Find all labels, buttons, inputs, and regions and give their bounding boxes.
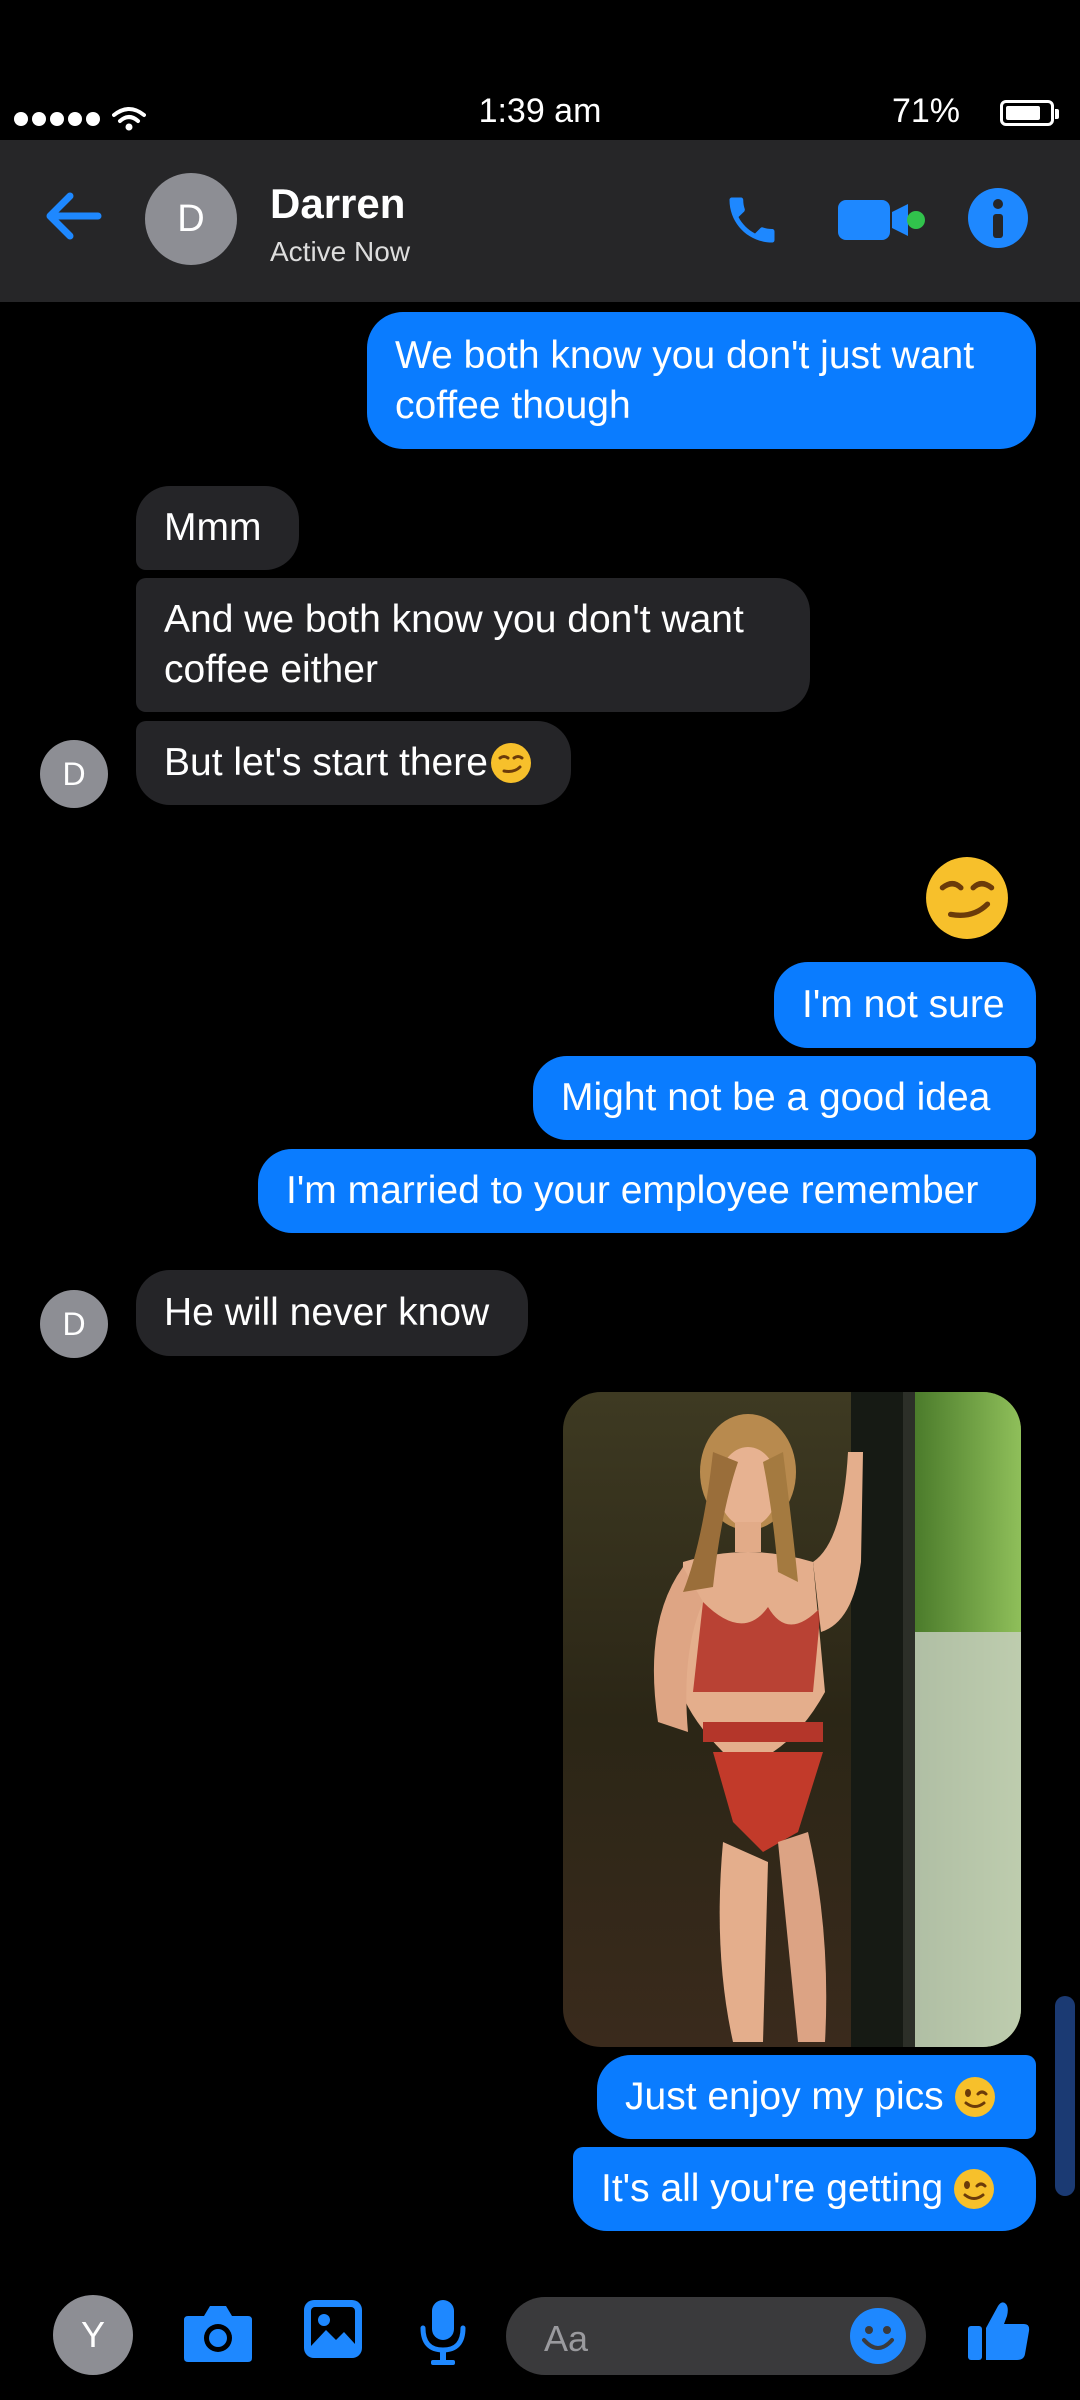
message-input-placeholder: Aa	[544, 2318, 589, 2359]
info-icon[interactable]	[966, 186, 1030, 250]
smirk-emoji-icon	[490, 743, 531, 783]
wink-emoji-icon	[954, 2169, 995, 2209]
message-text-line: We both know you don't just want	[395, 333, 975, 377]
smirk-emoji-icon[interactable]	[924, 855, 1010, 941]
message-bubble-outgoing[interactable]: Might not be a good idea	[533, 1056, 1036, 1140]
message-bubble-incoming[interactable]: Mmm	[136, 486, 299, 570]
contact-avatar[interactable]: D	[145, 173, 237, 265]
sender-avatar[interactable]: D	[40, 740, 108, 808]
shared-photo[interactable]	[563, 1392, 1021, 2047]
message-text: I'm not sure	[802, 983, 1005, 1026]
message-bubble-outgoing[interactable]: I'm married to your employee remember	[258, 1149, 1036, 1233]
message-bubble-incoming[interactable]: He will never know	[136, 1270, 528, 1356]
battery-percentage: 71%	[891, 92, 960, 130]
sender-avatar[interactable]: D	[40, 1290, 108, 1358]
scrollbar[interactable]	[1055, 1996, 1075, 2196]
gallery-icon[interactable]	[302, 2298, 364, 2360]
message-text: I'm married to your employee remember	[286, 1169, 979, 1212]
message-text: Just enjoy my pics	[625, 2075, 944, 2118]
active-status: Active Now	[270, 236, 411, 267]
video-camera-icon[interactable]	[836, 194, 928, 246]
user-avatar[interactable]: Y	[53, 2295, 133, 2375]
microphone-icon[interactable]	[418, 2298, 468, 2368]
message-bubble-outgoing[interactable]: It's all you're getting	[573, 2147, 1036, 2231]
message-text-line: coffee though	[395, 383, 631, 427]
message-text: Mmm	[164, 506, 262, 549]
message-bubble-outgoing[interactable]: I'm not sure	[774, 962, 1036, 1048]
camera-icon[interactable]	[182, 2300, 254, 2364]
message-text-line: And we both know you don't want	[164, 598, 744, 641]
thumbs-up-icon[interactable]	[966, 2298, 1032, 2364]
emoji-icon[interactable]	[848, 2306, 908, 2366]
message-bubble-outgoing[interactable]: We both know you don't just want coffee …	[367, 312, 1036, 449]
contact-name[interactable]: Darren	[270, 180, 405, 228]
message-text: It's all you're getting	[601, 2167, 944, 2210]
message-bubble-incoming[interactable]: And we both know you don't want coffee e…	[136, 578, 810, 712]
back-arrow-icon[interactable]	[44, 190, 102, 242]
wink-emoji-icon	[954, 2077, 995, 2117]
message-text: He will never know	[164, 1291, 490, 1334]
phone-icon[interactable]	[722, 190, 782, 250]
message-text: Might not be a good idea	[561, 1076, 991, 1119]
message-text-line: coffee either	[164, 648, 378, 691]
message-bubble-outgoing[interactable]: Just enjoy my pics	[597, 2055, 1036, 2139]
message-text: But let's start there	[164, 741, 488, 784]
message-bubble-incoming[interactable]: But let's start there	[136, 721, 571, 805]
battery-icon	[1000, 100, 1059, 126]
